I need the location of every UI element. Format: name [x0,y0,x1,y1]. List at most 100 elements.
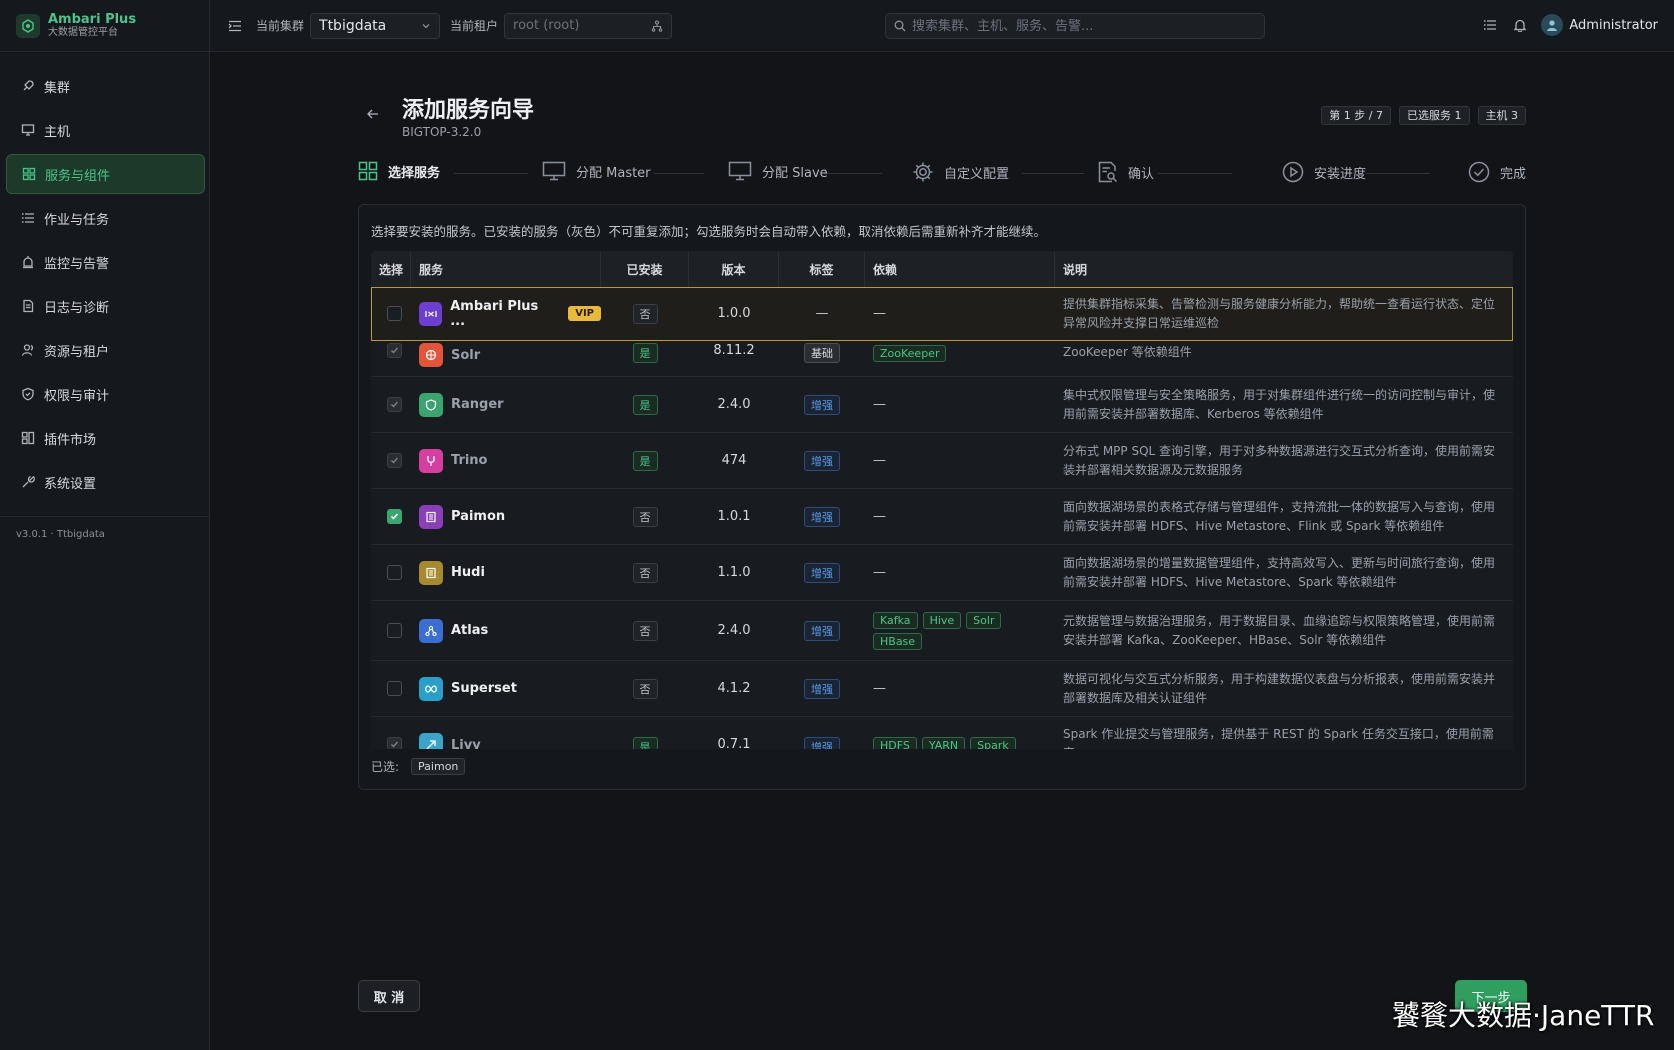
row-checkbox[interactable] [387,306,402,321]
service-version: 0.7.1 [717,737,751,749]
step-connector [1366,173,1430,174]
service-deps-empty: — [873,306,886,321]
check-circle-icon [1468,161,1490,183]
dependency-tag: Hive [922,611,962,629]
service-deps-empty: — [873,681,886,696]
avatar[interactable] [1541,14,1564,36]
installed-status: 否 [632,506,658,527]
table-row: Solr 是 8.11.2 基础 ZooKeeper ZooKeeper 等依赖… [371,341,1513,377]
table-row[interactable]: Ambari Plus ... VIP 否 1.0.0 — — 提供集群指标采集… [371,287,1513,341]
doc-search-icon [1098,161,1118,183]
service-name: Atlas [451,623,489,638]
menu-toggle-icon[interactable] [228,19,242,33]
sidebar-item-plugins[interactable]: 插件市场 [6,418,205,458]
service-version: 1.0.1 [717,509,751,524]
step-select-services[interactable]: 选择服务 [358,161,440,181]
sidebar-item-services[interactable]: 服务与组件 [6,154,205,194]
step-assign-master[interactable]: 分配 Master [542,161,651,181]
service-name: Trino [451,453,488,468]
chevron-down-icon [421,21,431,31]
service-tag: 增强 [804,506,840,527]
global-search[interactable] [885,13,1265,39]
row-checkbox[interactable] [387,509,402,524]
search-input[interactable] [912,18,1252,34]
sidebar-item-tenants[interactable]: 资源与租户 [6,330,205,370]
installed-status: 否 [632,620,658,641]
step-assign-slave[interactable]: 分配 Slave [728,161,828,181]
step-connector [654,173,704,174]
installed-status: 否 [632,562,658,583]
row-checkbox[interactable] [387,623,402,638]
sidebar-item-monitoring[interactable]: 监控与告警 [6,242,205,282]
table-row[interactable]: Atlas 否 2.4.0 增强 Kafka Hive Solr HBase 元… [371,601,1513,661]
sidebar-item-cluster[interactable]: 集群 [6,66,205,106]
row-checkbox[interactable] [387,681,402,696]
dependency-list: Kafka Hive Solr HBase [873,610,1053,652]
sidebar-item-jobs[interactable]: 作业与任务 [6,198,205,238]
service-version: 1.0.0 [717,306,751,321]
step-connector [824,173,882,174]
cluster-select[interactable]: Ttbigdata [310,12,441,39]
brand-title: Ambari Plus [48,12,137,27]
row-checkbox[interactable] [387,565,402,580]
services-table[interactable]: 选择 服务 已安装 版本 标签 依赖 说明 Ambari Plus ... VI… [371,251,1513,749]
selected-label: 已选: [371,760,400,774]
wizard-badges: 第 1 步 / 7 已选服务 1 主机 3 [1313,106,1526,125]
step-custom-config[interactable]: 自定义配置 [912,161,1009,183]
sidebar-item-label: 系统设置 [44,476,97,492]
table-row[interactable]: Hudi 否 1.1.0 增强 — 面向数据湖场景的增量数据管理组件，支持高效写… [371,545,1513,601]
cancel-button[interactable]: 取 消 [358,980,420,1012]
task-list-icon[interactable] [1483,18,1497,32]
sidebar-item-label: 日志与诊断 [44,300,110,316]
service-version: 2.4.0 [717,397,751,412]
service-icon [419,560,443,585]
service-icon [419,343,443,367]
alarm-icon [20,254,36,270]
sidebar-item-label: 集群 [44,80,71,96]
dependency-tag: Kafka [873,611,918,629]
sidebar-item-audit[interactable]: 权限与审计 [6,374,205,414]
row-checkbox [387,397,402,412]
service-name: Ranger [451,397,504,412]
service-deps-empty: — [873,509,886,524]
step-complete[interactable]: 完成 [1468,161,1526,183]
installed-status: 否 [632,678,658,699]
service-tag: 增强 [804,450,840,471]
table-row[interactable]: Superset 否 4.1.2 增强 — 数据可视化与交互式分析服务，用于构建… [371,661,1513,717]
column-header: 版本 [689,251,779,287]
monitor-icon [542,161,566,181]
grid-icon [21,166,37,182]
tenant-input[interactable]: root (root) [504,12,673,39]
sidebar-item-settings[interactable]: 系统设置 [6,462,205,502]
service-description: 集中式权限管理与安全策略服务，用于对集群组件进行统一的访问控制与审计，使用前需安… [1063,387,1496,421]
service-tag: 增强 [804,737,840,749]
step-install-progress[interactable]: 安装进度 [1282,161,1366,183]
service-icon [419,733,443,749]
service-tag: 基础 [804,343,840,363]
selected-count-badge: 已选服务 1 [1399,106,1470,125]
service-icon [419,676,443,701]
table-row[interactable]: Paimon 否 1.0.1 增强 — 面向数据湖场景的表格式存储与管理组件，支… [371,489,1513,545]
step-confirm[interactable]: 确认 [1098,161,1154,183]
service-icon [419,392,443,417]
installed-status: 是 [632,394,658,415]
step-connector [454,173,528,174]
bell-icon[interactable] [1513,18,1527,32]
column-header: 已安装 [601,251,689,287]
step-label: 确认 [1128,166,1155,182]
sidebar-item-label: 监控与告警 [44,256,110,272]
user-name[interactable]: Administrator [1569,18,1658,33]
brand[interactable]: Ambari Plus 大数据管控平台 [0,0,209,52]
column-header: 说明 [1063,262,1088,277]
selected-service-chip[interactable]: Paimon [411,758,466,775]
back-arrow-icon[interactable] [366,106,380,125]
wrench-icon [20,474,36,490]
sidebar-item-logs[interactable]: 日志与诊断 [6,286,205,326]
brand-logo-icon [16,13,40,38]
service-version: 2.4.0 [717,623,751,638]
sidebar-item-hosts[interactable]: 主机 [6,110,205,150]
watermark-text: 饕餮大数据·JaneTTR [1392,999,1655,1032]
service-version: 8.11.2 [713,343,755,358]
service-tag: 增强 [804,620,840,641]
cluster-label: 当前集群 [256,19,305,33]
